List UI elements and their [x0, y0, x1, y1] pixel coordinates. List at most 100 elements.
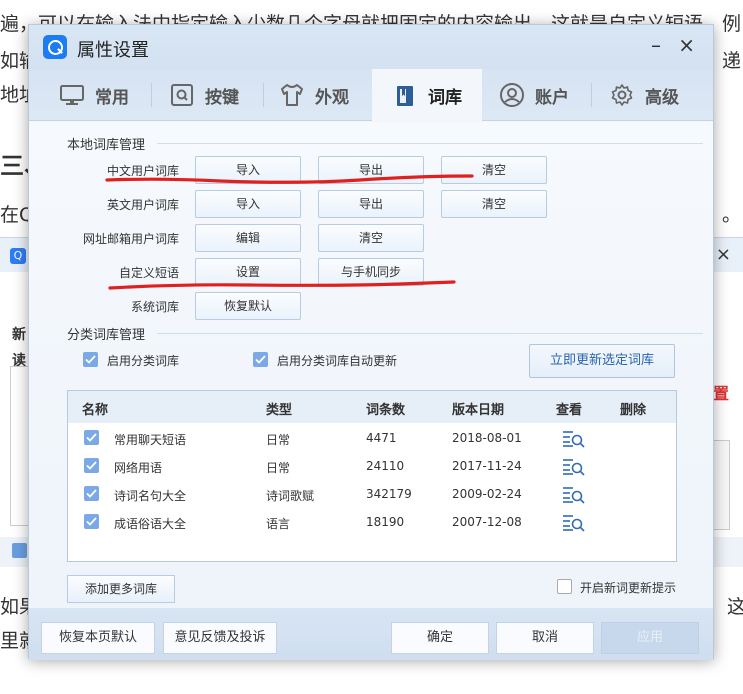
row-label-url-email-lexicon: 网址邮箱用户词库 [82, 232, 179, 246]
background-text-line: 。 [722, 204, 742, 226]
add-more-lexicons-button[interactable]: 添加更多词库 [67, 575, 175, 603]
view-list-icon[interactable] [562, 458, 586, 480]
section-divider [157, 333, 703, 334]
lexicon-name: 诗词名句大全 [114, 489, 187, 503]
lexicon-type: 诗词歌赋 [266, 489, 315, 503]
view-list-icon[interactable] [562, 514, 586, 536]
auto-update-label: 启用分类词库自动更新 [277, 354, 398, 368]
restore-page-default-button[interactable]: 恢复本页默认 [41, 622, 155, 654]
custom-phrase-settings-button[interactable]: 设置 [195, 258, 301, 286]
lexicon-name: 常用聊天短语 [114, 433, 187, 447]
tab-appearance[interactable]: 外观 [279, 69, 349, 121]
lexicon-date: 2007-12-08 [452, 515, 522, 529]
background-red-text: 置 [713, 384, 730, 403]
edit-url-email-button[interactable]: 编辑 [195, 224, 301, 252]
cancel-button[interactable]: 取消 [496, 622, 594, 654]
row-checkbox[interactable] [84, 514, 99, 529]
tab-label: 高级 [645, 87, 679, 108]
lexicon-name: 成语俗语大全 [114, 517, 187, 531]
row-label-system-lexicon: 系统词库 [130, 300, 179, 314]
lexicon-count: 4471 [366, 431, 397, 445]
feedback-button[interactable]: 意见反馈及投诉 [163, 622, 277, 654]
background-scrollbar[interactable] [712, 440, 730, 530]
enable-category-lexicon-checkbox[interactable] [83, 352, 98, 367]
tab-account[interactable]: 账户 [499, 69, 569, 121]
view-list-icon[interactable] [562, 486, 586, 508]
lexicon-type: 日常 [266, 433, 291, 447]
background-text: 新 [12, 327, 26, 343]
clear-chinese-button[interactable]: 清空 [441, 156, 547, 184]
lexicon-count: 18190 [366, 515, 405, 529]
column-header-date[interactable]: 版本日期 [452, 399, 504, 418]
row-label-english-user-lexicon: 英文用户词库 [106, 198, 179, 212]
row-label-custom-phrases: 自定义短语 [118, 266, 179, 280]
section-divider [157, 143, 703, 144]
title-bar[interactable]: 属性设置 – × [29, 25, 713, 69]
row-label-chinese-user-lexicon: 中文用户词库 [106, 164, 179, 178]
lexicon-panel: 本地词库管理 中文用户词库 导入 导出 清空 英文用户词库 导入 导出 清空 网… [29, 122, 713, 608]
update-selected-lexicon-button[interactable]: 立即更新选定词库 [529, 344, 675, 378]
tab-bar: 常用 按键 外观 词库 账户 高级 [29, 69, 713, 122]
tab-separator [263, 83, 264, 107]
export-english-button[interactable]: 导出 [318, 190, 424, 218]
tab-label: 词库 [428, 88, 462, 108]
import-english-button[interactable]: 导入 [195, 190, 301, 218]
apply-button[interactable]: 应用 [601, 622, 699, 654]
new-lexicon-tip-checkbox[interactable] [557, 579, 572, 594]
properties-dialog: 属性设置 – × 常用 按键 外观 词库 账户 高级 本地词库管理 中文用户词库… [28, 24, 714, 660]
lexicon-type: 日常 [266, 461, 291, 475]
tab-keys[interactable]: 按键 [169, 69, 239, 121]
tab-label: 按键 [205, 87, 239, 108]
export-chinese-button[interactable]: 导出 [318, 156, 424, 184]
ok-button[interactable]: 确定 [391, 622, 489, 654]
lexicon-type: 语言 [266, 517, 291, 531]
close-button[interactable]: × [678, 33, 695, 57]
view-list-icon[interactable] [562, 430, 586, 452]
auto-update-checkbox[interactable] [253, 352, 268, 367]
dialog-footer: 恢复本页默认 意见反馈及投诉 确定 取消 应用 [29, 608, 713, 660]
book-icon [392, 83, 418, 109]
category-lexicon-table: 名称 类型 词条数 版本日期 查看 删除 常用聊天短语 日常 4471 2018… [67, 390, 677, 562]
tab-general[interactable]: 常用 [59, 69, 129, 121]
lexicon-count: 24110 [366, 459, 405, 473]
lexicon-date: 2009-02-24 [452, 487, 522, 501]
tab-label: 常用 [95, 87, 129, 108]
lexicon-name: 网络用语 [114, 461, 163, 475]
column-header-name[interactable]: 名称 [82, 399, 108, 418]
row-checkbox[interactable] [84, 486, 99, 501]
background-text-line: 这 [727, 596, 743, 618]
new-lexicon-tip-label: 开启新词更新提示 [580, 581, 677, 595]
dialog-title: 属性设置 [77, 40, 149, 61]
restore-default-lexicon-button[interactable]: 恢复默认 [195, 292, 301, 320]
user-icon [499, 82, 525, 108]
row-checkbox[interactable] [84, 458, 99, 473]
background-text-line: 递 [722, 50, 742, 72]
clear-english-button[interactable]: 清空 [441, 190, 547, 218]
section-title-category-lexicon: 分类词库管理 [67, 328, 146, 343]
lexicon-count: 342179 [366, 487, 412, 501]
sync-with-phone-button[interactable]: 与手机同步 [318, 258, 424, 286]
tshirt-icon [279, 82, 305, 108]
column-header-type[interactable]: 类型 [266, 399, 292, 418]
section-title-local-lexicon: 本地词库管理 [67, 138, 146, 153]
row-checkbox[interactable] [84, 430, 99, 445]
minimize-button[interactable]: – [651, 33, 661, 57]
tab-label: 账户 [535, 87, 569, 108]
tab-lexicon[interactable]: 词库 [372, 69, 482, 122]
column-header-count[interactable]: 词条数 [366, 399, 405, 418]
keyboard-key-icon [169, 82, 195, 108]
clear-url-email-button[interactable]: 清空 [318, 224, 424, 252]
background-close-icon[interactable]: × [716, 244, 731, 265]
monitor-icon [59, 82, 85, 108]
import-chinese-button[interactable]: 导入 [195, 156, 301, 184]
tab-separator [151, 83, 152, 107]
background-checkbox[interactable] [12, 543, 27, 558]
table-header: 名称 类型 词条数 版本日期 查看 删除 [68, 391, 676, 423]
tab-label: 外观 [315, 87, 349, 108]
tab-advanced[interactable]: 高级 [609, 69, 679, 121]
lexicon-date: 2018-08-01 [452, 431, 522, 445]
tab-separator [591, 83, 592, 107]
lexicon-date: 2017-11-24 [452, 459, 522, 473]
app-logo-icon [43, 35, 67, 59]
column-header-view: 查看 [556, 403, 583, 418]
